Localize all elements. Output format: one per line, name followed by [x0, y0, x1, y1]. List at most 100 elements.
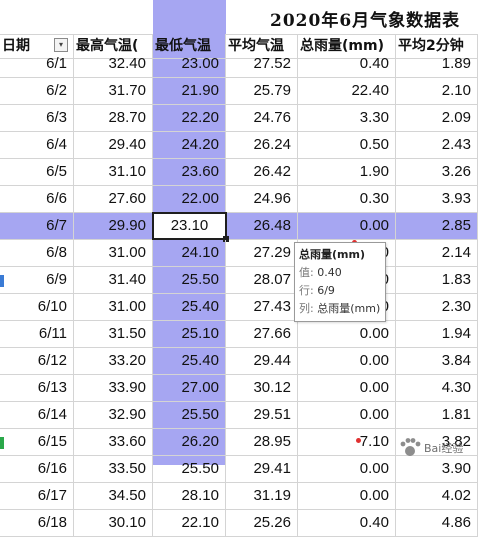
- cell-min-temp[interactable]: 25.50: [153, 456, 226, 483]
- cell-avg-temp[interactable]: 26.48: [226, 213, 298, 240]
- cell-date[interactable]: 6/13: [0, 375, 74, 402]
- cell-date[interactable]: 6/3: [0, 105, 74, 132]
- cell-date[interactable]: 6/11: [0, 321, 74, 348]
- cell-min-temp[interactable]: 25.50: [153, 402, 226, 429]
- cell-rainfall[interactable]: 0.40: [298, 510, 396, 537]
- cell-min-temp[interactable]: 25.40: [153, 294, 226, 321]
- cell-max-temp[interactable]: 31.40: [74, 267, 153, 294]
- cell-date[interactable]: 6/12: [0, 348, 74, 375]
- cell-wind[interactable]: 1.81: [396, 402, 478, 429]
- cell-max-temp[interactable]: 31.10: [74, 159, 153, 186]
- cell-date[interactable]: 6/4: [0, 132, 74, 159]
- cell-max-temp[interactable]: 33.60: [74, 429, 153, 456]
- cell-avg-temp[interactable]: 29.51: [226, 402, 298, 429]
- cell-date[interactable]: 6/18: [0, 510, 74, 537]
- cell-avg-temp[interactable]: 25.26: [226, 510, 298, 537]
- cell-max-temp[interactable]: 31.70: [74, 78, 153, 105]
- cell-rainfall[interactable]: 22.40: [298, 78, 396, 105]
- cell-date[interactable]: 6/9: [0, 267, 74, 294]
- cell-date[interactable]: 6/7: [0, 213, 74, 240]
- cell-max-temp[interactable]: 32.90: [74, 402, 153, 429]
- cell-rainfall[interactable]: 3.30: [298, 105, 396, 132]
- cell-date[interactable]: 6/14: [0, 402, 74, 429]
- cell-rainfall[interactable]: 7.10: [298, 429, 396, 456]
- cell-wind[interactable]: 2.14: [396, 240, 478, 267]
- filter-dropdown-icon[interactable]: ▾: [54, 38, 68, 52]
- cell-rainfall[interactable]: 0.00: [298, 375, 396, 402]
- cell-min-temp[interactable]: 22.00: [153, 186, 226, 213]
- cell-avg-temp[interactable]: 28.95: [226, 429, 298, 456]
- cell-date[interactable]: 6/1: [0, 51, 74, 78]
- cell-wind[interactable]: 3.93: [396, 186, 478, 213]
- cell-date[interactable]: 6/17: [0, 483, 74, 510]
- cell-wind[interactable]: 4.86: [396, 510, 478, 537]
- cell-max-temp[interactable]: 30.10: [74, 510, 153, 537]
- cell-max-temp[interactable]: 28.70: [74, 105, 153, 132]
- cell-max-temp[interactable]: 31.50: [74, 321, 153, 348]
- cell-date[interactable]: 6/16: [0, 456, 74, 483]
- cell-avg-temp[interactable]: 24.76: [226, 105, 298, 132]
- cell-wind[interactable]: 4.30: [396, 375, 478, 402]
- cell-min-temp[interactable]: 26.20: [153, 429, 226, 456]
- cell-rainfall[interactable]: 0.00: [298, 321, 396, 348]
- cell-max-temp[interactable]: 31.00: [74, 240, 153, 267]
- cell-max-temp[interactable]: 29.40: [74, 132, 153, 159]
- cell-avg-temp[interactable]: 30.12: [226, 375, 298, 402]
- cell-min-temp[interactable]: 22.10: [153, 510, 226, 537]
- cell-date[interactable]: 6/15: [0, 429, 74, 456]
- cell-avg-temp[interactable]: 29.44: [226, 348, 298, 375]
- cell-min-temp[interactable]: 28.10: [153, 483, 226, 510]
- cell-wind[interactable]: 1.89: [396, 51, 478, 78]
- cell-wind[interactable]: 3.84: [396, 348, 478, 375]
- cell-max-temp[interactable]: 29.90: [74, 213, 153, 240]
- cell-wind[interactable]: 1.94: [396, 321, 478, 348]
- cell-max-temp[interactable]: 33.20: [74, 348, 153, 375]
- cell-avg-temp[interactable]: 27.52: [226, 51, 298, 78]
- cell-date[interactable]: 6/2: [0, 78, 74, 105]
- sheet-title[interactable]: 2020年6月气象数据表: [270, 6, 460, 31]
- cell-wind[interactable]: 1.83: [396, 267, 478, 294]
- cell-avg-temp[interactable]: 26.24: [226, 132, 298, 159]
- cell-wind[interactable]: 2.43: [396, 132, 478, 159]
- cell-min-temp[interactable]: 22.20: [153, 105, 226, 132]
- cell-avg-temp[interactable]: 26.42: [226, 159, 298, 186]
- cell-avg-temp[interactable]: 25.79: [226, 78, 298, 105]
- cell-rainfall[interactable]: 0.30: [298, 186, 396, 213]
- cell-date[interactable]: 6/10: [0, 294, 74, 321]
- cell-avg-temp[interactable]: 31.19: [226, 483, 298, 510]
- cell-min-temp[interactable]: 25.50: [153, 267, 226, 294]
- cell-avg-temp[interactable]: 27.43: [226, 294, 298, 321]
- cell-wind[interactable]: 2.10: [396, 78, 478, 105]
- cell-max-temp[interactable]: 33.50: [74, 456, 153, 483]
- cell-date[interactable]: 6/6: [0, 186, 74, 213]
- cell-min-temp[interactable]: 25.40: [153, 348, 226, 375]
- cell-rainfall[interactable]: 0.00: [298, 402, 396, 429]
- cell-min-temp[interactable]: 25.10: [153, 321, 226, 348]
- cell-max-temp[interactable]: 33.90: [74, 375, 153, 402]
- cell-wind[interactable]: 3.90: [396, 456, 478, 483]
- cell-wind[interactable]: 2.09: [396, 105, 478, 132]
- cell-date[interactable]: 6/5: [0, 159, 74, 186]
- cell-min-temp[interactable]: 21.90: [153, 78, 226, 105]
- cell-wind[interactable]: 2.85: [396, 213, 478, 240]
- cell-avg-temp[interactable]: 27.29: [226, 240, 298, 267]
- cell-max-temp[interactable]: 34.50: [74, 483, 153, 510]
- cell-max-temp[interactable]: 27.60: [74, 186, 153, 213]
- cell-avg-temp[interactable]: 28.07: [226, 267, 298, 294]
- cell-rainfall[interactable]: 0.40: [298, 51, 396, 78]
- cell-date[interactable]: 6/8: [0, 240, 74, 267]
- cell-rainfall[interactable]: 0.00: [298, 456, 396, 483]
- cell-min-temp[interactable]: 27.00: [153, 375, 226, 402]
- cell-min-temp[interactable]: 24.20: [153, 132, 226, 159]
- cell-avg-temp[interactable]: 24.96: [226, 186, 298, 213]
- cell-rainfall[interactable]: 0.50: [298, 132, 396, 159]
- cell-min-temp[interactable]: 23.00: [153, 51, 226, 78]
- cell-min-temp[interactable]: 23.60: [153, 159, 226, 186]
- cell-max-temp[interactable]: 32.40: [74, 51, 153, 78]
- active-cell[interactable]: 23.10: [152, 212, 227, 240]
- cell-max-temp[interactable]: 31.00: [74, 294, 153, 321]
- cell-rainfall[interactable]: 1.90: [298, 159, 396, 186]
- cell-wind[interactable]: 3.26: [396, 159, 478, 186]
- cell-avg-temp[interactable]: 27.66: [226, 321, 298, 348]
- cell-rainfall[interactable]: 0.00: [298, 483, 396, 510]
